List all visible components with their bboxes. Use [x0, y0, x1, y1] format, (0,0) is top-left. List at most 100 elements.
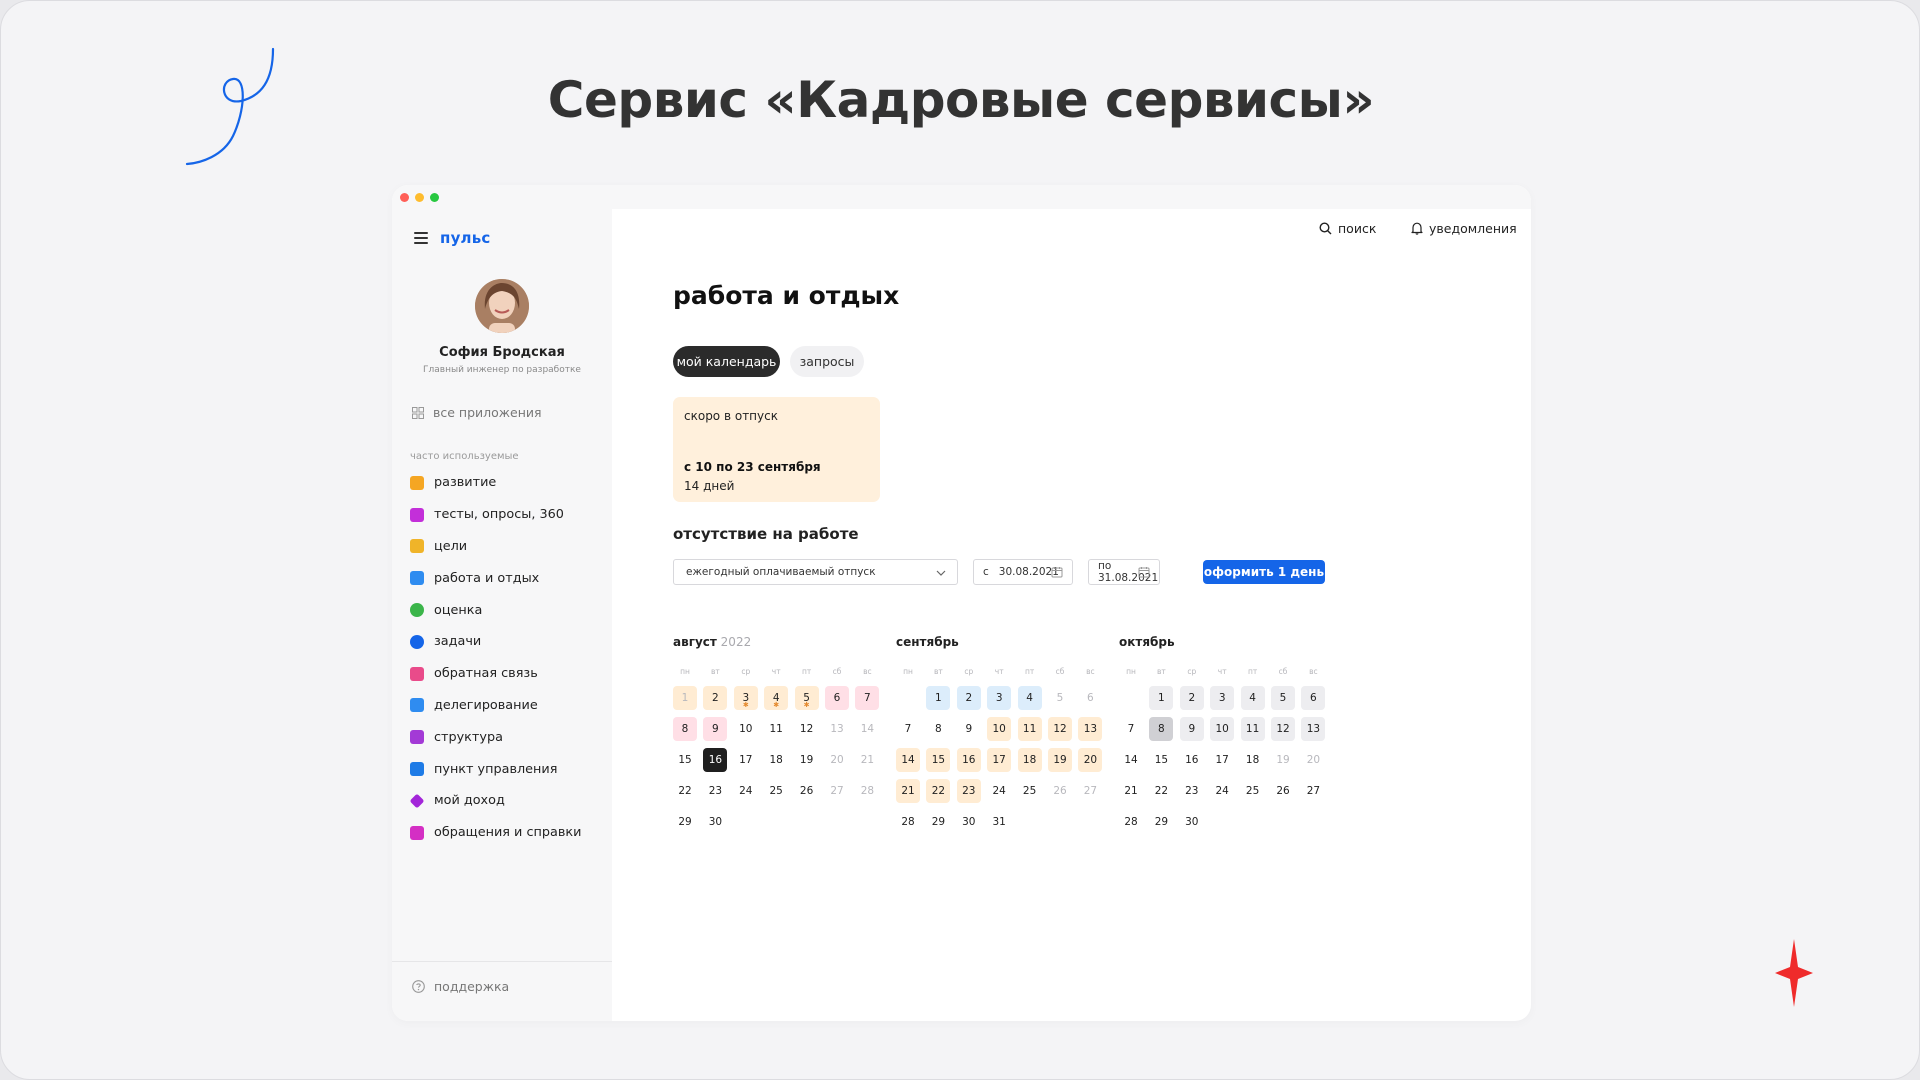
calendar-day[interactable]: 28 — [1119, 810, 1143, 834]
tab-my-calendar[interactable]: мой календарь — [673, 346, 780, 377]
calendar-day[interactable]: 15 — [1149, 748, 1173, 772]
calendar-day[interactable]: 25 — [764, 779, 788, 803]
calendar-day[interactable]: 22 — [1149, 779, 1173, 803]
sidebar-item[interactable]: структура — [410, 721, 600, 753]
calendar-day[interactable]: 4 — [1017, 686, 1042, 710]
calendar-day[interactable]: 4 ✱ — [764, 686, 789, 710]
calendar-day[interactable]: 30 — [703, 810, 727, 834]
calendar-day[interactable]: 14 — [855, 717, 879, 741]
calendar-day[interactable]: 20 — [1078, 748, 1103, 772]
calendar-day[interactable]: 31 — [987, 810, 1011, 834]
minimize-dot[interactable] — [415, 193, 424, 202]
calendar-day[interactable]: 13 — [1301, 717, 1326, 741]
calendar-day[interactable]: 8 — [926, 717, 950, 741]
calendar-day[interactable]: 30 — [957, 810, 981, 834]
avatar[interactable] — [475, 279, 529, 333]
calendar-day[interactable]: 11 — [1240, 717, 1265, 741]
vacation-card[interactable]: скоро в отпуск с 10 по 23 сентября 14 дн… — [673, 397, 880, 502]
calendar-day[interactable]: 17 — [987, 748, 1012, 772]
calendar-day[interactable]: 5 ✱ — [794, 686, 819, 710]
calendar-day[interactable]: 26 — [1048, 779, 1072, 803]
calendar-day[interactable]: 13 — [825, 717, 849, 741]
calendar-day[interactable]: 19 — [1048, 748, 1072, 772]
calendar-day[interactable]: 18 — [1241, 748, 1265, 772]
calendar-day[interactable]: 25 — [1241, 779, 1265, 803]
calendar-day[interactable]: 17 — [734, 748, 758, 772]
calendar-day[interactable]: 22 — [673, 779, 697, 803]
calendar-day[interactable]: 6 — [1301, 686, 1326, 710]
calendar-day[interactable]: 27 — [1301, 779, 1325, 803]
calendar-day[interactable]: 8 — [1149, 717, 1174, 741]
notifications-button[interactable]: уведомления — [1411, 221, 1517, 236]
calendar-day[interactable]: 16 — [956, 748, 981, 772]
sidebar-item[interactable]: обратная связь — [410, 658, 600, 690]
calendar-day[interactable]: 17 — [1210, 748, 1234, 772]
calendar-day[interactable]: 8 — [673, 717, 697, 741]
all-apps-link[interactable]: все приложения — [412, 405, 542, 420]
calendar-day[interactable]: 4 — [1240, 686, 1265, 710]
calendar-day[interactable]: 16 — [703, 748, 728, 772]
calendar-day[interactable]: 3 — [987, 686, 1012, 710]
calendar-day[interactable]: 15 — [926, 748, 951, 772]
calendar-day[interactable]: 28 — [896, 810, 920, 834]
calendar-day[interactable]: 2 — [1179, 686, 1204, 710]
calendar-day[interactable]: 19 — [1271, 748, 1295, 772]
calendar-day[interactable]: 18 — [764, 748, 788, 772]
calendar-day[interactable]: 2 — [956, 686, 981, 710]
tab-requests[interactable]: запросы — [790, 346, 864, 377]
sidebar-item[interactable]: развитие — [410, 467, 600, 499]
calendar-day[interactable]: 27 — [1078, 779, 1102, 803]
sidebar-item[interactable]: оценка — [410, 594, 600, 626]
date-to-field[interactable]: по 31.08.2021 — [1088, 559, 1160, 585]
calendar-day[interactable]: 18 — [1017, 748, 1042, 772]
calendar-day[interactable]: 15 — [673, 748, 697, 772]
calendar-day[interactable]: 23 — [956, 779, 981, 803]
calendar-day[interactable]: 10 — [987, 717, 1012, 741]
date-from-field[interactable]: с 30.08.2021 — [973, 559, 1073, 585]
calendar-day[interactable]: 26 — [1271, 779, 1295, 803]
calendar-day[interactable]: 12 — [795, 717, 819, 741]
calendar-day[interactable]: 7 — [1119, 717, 1143, 741]
calendar-day[interactable]: 9 — [1179, 717, 1204, 741]
calendar-day[interactable]: 6 — [825, 686, 849, 710]
support-link[interactable]: поддержка — [412, 979, 509, 994]
calendar-day[interactable]: 23 — [1180, 779, 1204, 803]
sidebar-item[interactable]: обращения и справки — [410, 817, 600, 849]
calendar-day[interactable]: 10 — [734, 717, 758, 741]
calendar-day[interactable]: 1 — [673, 686, 697, 710]
calendar-day[interactable]: 11 — [764, 717, 788, 741]
calendar-day[interactable]: 24 — [987, 779, 1011, 803]
calendar-day[interactable]: 1 — [1149, 686, 1174, 710]
search-button[interactable]: поиск — [1319, 221, 1376, 236]
calendar-day[interactable]: 19 — [795, 748, 819, 772]
calendar-day[interactable]: 5 — [1271, 686, 1295, 710]
calendar-day[interactable]: 20 — [1301, 748, 1325, 772]
calendar-day[interactable]: 29 — [673, 810, 697, 834]
calendar-day[interactable]: 9 — [957, 717, 981, 741]
app-logo[interactable]: пульс — [440, 229, 491, 247]
calendar-day[interactable]: 13 — [1078, 717, 1103, 741]
calendar-day[interactable]: 16 — [1180, 748, 1204, 772]
calendar-day[interactable]: 3 — [1210, 686, 1235, 710]
menu-icon[interactable] — [414, 232, 428, 244]
calendar-day[interactable]: 21 — [896, 779, 920, 803]
calendar-day[interactable]: 2 — [703, 686, 728, 710]
calendar-day[interactable]: 24 — [1210, 779, 1234, 803]
calendar-day[interactable]: 5 — [1048, 686, 1072, 710]
calendar-day[interactable]: 10 — [1210, 717, 1235, 741]
calendar-day[interactable]: 20 — [825, 748, 849, 772]
calendar-day[interactable]: 28 — [855, 779, 879, 803]
calendar-day[interactable]: 14 — [1119, 748, 1143, 772]
calendar-day[interactable]: 24 — [734, 779, 758, 803]
sidebar-item[interactable]: задачи — [410, 626, 600, 658]
calendar-day[interactable]: 21 — [1119, 779, 1143, 803]
sidebar-item[interactable]: тесты, опросы, 360 — [410, 499, 600, 531]
calendar-day[interactable]: 30 — [1180, 810, 1204, 834]
calendar-day[interactable]: 7 — [896, 717, 920, 741]
calendar-day[interactable]: 12 — [1271, 717, 1295, 741]
calendar-day[interactable]: 6 — [1078, 686, 1102, 710]
sidebar-item[interactable]: делегирование — [410, 690, 600, 722]
sidebar-item[interactable]: цели — [410, 531, 600, 563]
calendar-day[interactable]: 1 — [926, 686, 951, 710]
calendar-day[interactable]: 12 — [1048, 717, 1072, 741]
